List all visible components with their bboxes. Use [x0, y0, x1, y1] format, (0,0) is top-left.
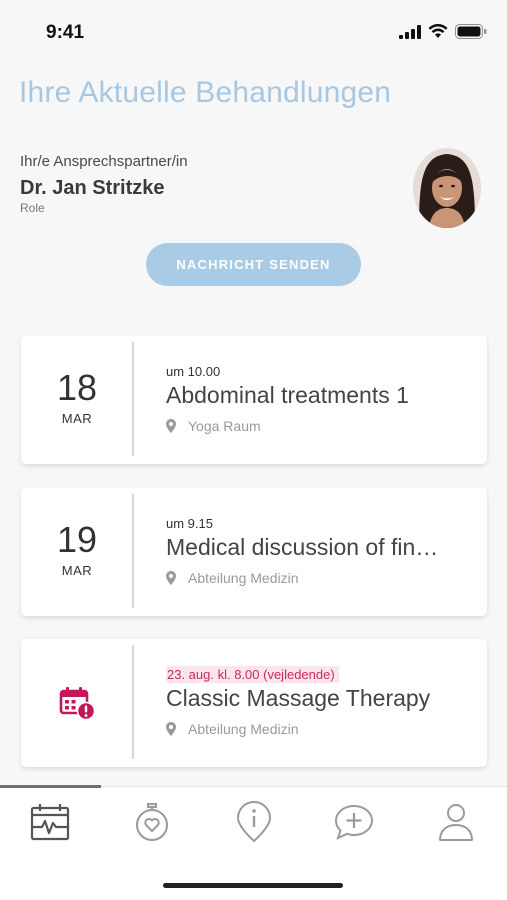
- appointment-title: Medical discussion of fin…: [166, 534, 439, 560]
- home-indicator: [163, 883, 343, 888]
- contact-name: Dr. Jan Stritzke: [20, 177, 165, 199]
- contact-caption: Ihr/e Ansprechspartner/in: [20, 153, 188, 170]
- appointment-location-text: Abteilung Medizin: [188, 721, 299, 737]
- appointment-month: MAR: [61, 411, 93, 426]
- appointment-location-text: Yoga Raum: [188, 418, 261, 434]
- status-bar: 9:41: [0, 0, 507, 60]
- card-divider: [132, 494, 134, 608]
- status-icons: [399, 24, 487, 39]
- page-title: Ihre Aktuelle Behandlungen: [19, 76, 392, 109]
- tab-chat[interactable]: [329, 799, 379, 845]
- appointment-card[interactable]: 18 MAR um 10.00 Abdominal treatments 1 Y…: [21, 336, 487, 464]
- avatar[interactable]: [413, 148, 481, 228]
- appointment-location: Yoga Raum: [166, 418, 261, 434]
- card-divider: [132, 342, 134, 456]
- tab-appointments[interactable]: [25, 799, 75, 845]
- info-pin-icon: [236, 801, 272, 843]
- active-tab-indicator: [0, 785, 101, 788]
- appointment-day: 18: [56, 367, 98, 408]
- calendar-alert-icon: [59, 687, 95, 720]
- appointment-month: MAR: [61, 563, 93, 578]
- battery-icon: [455, 24, 487, 39]
- tab-timer[interactable]: [127, 799, 177, 845]
- stopwatch-heart-icon: [136, 803, 168, 841]
- appointment-card[interactable]: 23. aug. kl. 8.00 (vejledende) Classic M…: [21, 639, 487, 767]
- wifi-icon: [428, 24, 448, 38]
- appointment-date: 19 MAR: [21, 488, 133, 616]
- cellular-signal-icon: [399, 24, 421, 39]
- card-divider: [132, 645, 134, 759]
- appointment-card[interactable]: 19 MAR um 9.15 Medical discussion of fin…: [21, 488, 487, 616]
- appointment-time: um 10.00: [166, 364, 221, 379]
- send-message-button[interactable]: NACHRICHT SENDEN: [146, 243, 361, 286]
- contact-role: Role: [20, 201, 45, 215]
- tab-profile[interactable]: [431, 799, 481, 845]
- appointment-location: Abteilung Medizin: [166, 721, 299, 737]
- location-pin-icon: [166, 571, 176, 585]
- appointment-time: um 9.15: [166, 516, 213, 531]
- appointment-date: 18 MAR: [21, 336, 133, 464]
- appointment-icon-cell: [21, 639, 133, 767]
- calendar-pulse-icon: [30, 804, 70, 841]
- person-icon: [439, 804, 473, 841]
- appointment-title: Abdominal treatments 1: [166, 382, 409, 408]
- appointment-day: 19: [56, 519, 98, 560]
- appointment-title: Classic Massage Therapy: [166, 685, 431, 711]
- status-time: 9:41: [46, 22, 85, 43]
- location-pin-icon: [166, 419, 176, 433]
- appointment-time: 23. aug. kl. 8.00 (vejledende): [166, 666, 339, 683]
- location-pin-icon: [166, 722, 176, 736]
- appointment-location-text: Abteilung Medizin: [188, 570, 299, 586]
- tab-info[interactable]: [229, 799, 279, 845]
- chat-plus-icon: [334, 804, 374, 840]
- appointment-location: Abteilung Medizin: [166, 570, 299, 586]
